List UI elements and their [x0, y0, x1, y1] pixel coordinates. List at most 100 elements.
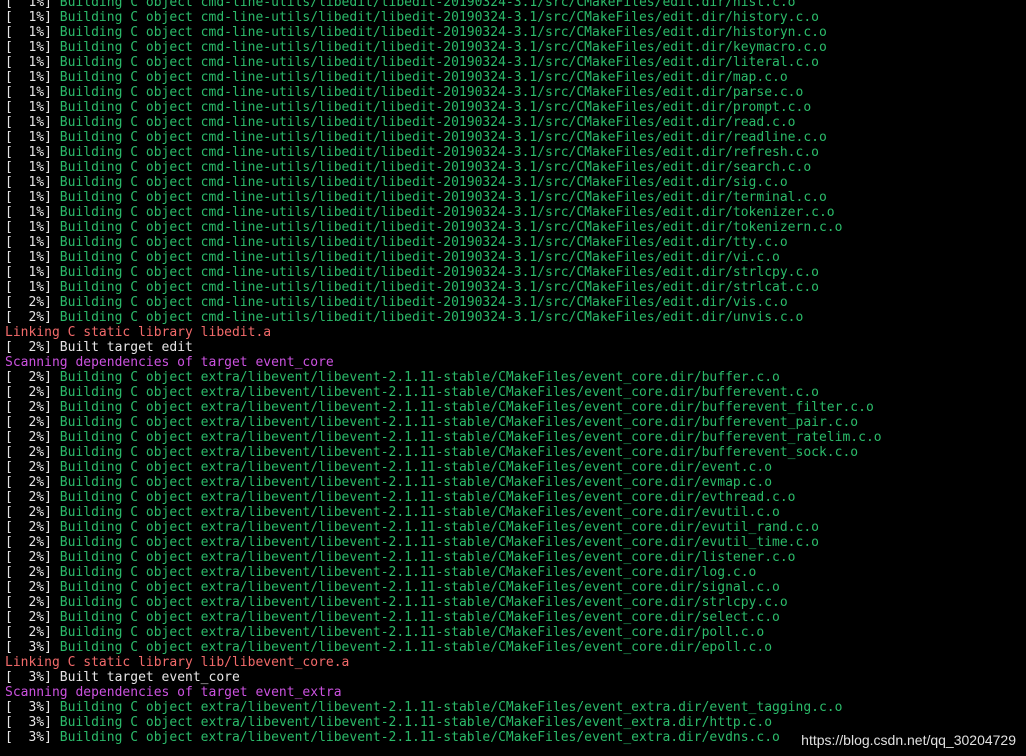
terminal-line: [ 1%] Building C object cmd-line-utils/l… [5, 70, 1026, 85]
progress-prefix: [ 1%] [5, 55, 60, 70]
terminal-output[interactable]: [ 1%] Building C object cmd-line-utils/l… [0, 0, 1026, 756]
progress-prefix: [ 2%] [5, 370, 60, 385]
progress-prefix: [ 1%] [5, 280, 60, 295]
progress-prefix: [ 2%] [5, 475, 60, 490]
progress-prefix: [ 2%] [5, 550, 60, 565]
line-text: Building C object extra/libevent/libeven… [59, 700, 843, 715]
progress-prefix: [ 1%] [5, 100, 60, 115]
terminal-line: [ 1%] Building C object cmd-line-utils/l… [5, 220, 1026, 235]
terminal-line: [ 1%] Building C object cmd-line-utils/l… [5, 115, 1026, 130]
terminal-line: [ 3%] Building C object extra/libevent/l… [5, 715, 1026, 730]
line-text: Building C object cmd-line-utils/libedit… [59, 190, 827, 205]
line-text: Building C object cmd-line-utils/libedit… [59, 250, 780, 265]
progress-prefix: [ 3%] [5, 700, 60, 715]
progress-prefix: [ 2%] [5, 610, 60, 625]
progress-prefix: [ 1%] [5, 115, 60, 130]
terminal-line: [ 1%] Building C object cmd-line-utils/l… [5, 205, 1026, 220]
line-text: Building C object cmd-line-utils/libedit… [59, 25, 827, 40]
terminal-line: [ 1%] Building C object cmd-line-utils/l… [5, 85, 1026, 100]
line-text: Building C object cmd-line-utils/libedit… [59, 70, 788, 85]
line-text: Building C object extra/libevent/libeven… [59, 580, 780, 595]
line-text: Building C object extra/libevent/libeven… [59, 625, 765, 640]
progress-prefix: [ 1%] [5, 85, 60, 100]
progress-prefix: [ 2%] [5, 445, 60, 460]
progress-prefix: [ 2%] [5, 565, 60, 580]
line-text: Building C object extra/libevent/libeven… [59, 370, 780, 385]
line-text: Building C object cmd-line-utils/libedit… [59, 100, 812, 115]
terminal-line: [ 2%] Building C object extra/libevent/l… [5, 490, 1026, 505]
line-text: Building C object extra/libevent/libeven… [59, 595, 788, 610]
terminal-line: [ 2%] Building C object extra/libevent/l… [5, 580, 1026, 595]
progress-prefix: [ 1%] [5, 250, 60, 265]
progress-prefix: [ 2%] [5, 340, 60, 355]
line-text: Building C object cmd-line-utils/libedit… [59, 0, 796, 10]
terminal-line: [ 2%] Building C object extra/libevent/l… [5, 415, 1026, 430]
line-text: Building C object cmd-line-utils/libedit… [59, 55, 819, 70]
line-text: Building C object cmd-line-utils/libedit… [59, 85, 804, 100]
line-text: Building C object cmd-line-utils/libedit… [59, 280, 819, 295]
line-text: Building C object extra/libevent/libeven… [59, 415, 859, 430]
progress-prefix: [ 1%] [5, 175, 60, 190]
line-text: Building C object extra/libevent/libeven… [59, 460, 773, 475]
progress-prefix: [ 1%] [5, 10, 60, 25]
terminal-line: [ 1%] Building C object cmd-line-utils/l… [5, 55, 1026, 70]
line-text: Building C object cmd-line-utils/libedit… [59, 295, 788, 310]
terminal-line: [ 2%] Building C object extra/libevent/l… [5, 400, 1026, 415]
terminal-line: [ 2%] Building C object extra/libevent/l… [5, 625, 1026, 640]
terminal-line: [ 2%] Building C object extra/libevent/l… [5, 370, 1026, 385]
progress-prefix: [ 1%] [5, 145, 60, 160]
progress-prefix: [ 1%] [5, 190, 60, 205]
line-text: Building C object cmd-line-utils/libedit… [59, 175, 788, 190]
progress-prefix: [ 3%] [5, 730, 60, 745]
line-text: Scanning dependencies of target event_ex… [5, 685, 342, 700]
terminal-line: [ 1%] Building C object cmd-line-utils/l… [5, 235, 1026, 250]
terminal-line: [ 1%] Building C object cmd-line-utils/l… [5, 40, 1026, 55]
progress-prefix: [ 1%] [5, 265, 60, 280]
terminal-line: [ 1%] Building C object cmd-line-utils/l… [5, 250, 1026, 265]
terminal-line: Scanning dependencies of target event_ex… [5, 685, 1026, 700]
terminal-line: [ 1%] Building C object cmd-line-utils/l… [5, 0, 1026, 10]
terminal-line: [ 2%] Building C object extra/libevent/l… [5, 505, 1026, 520]
progress-prefix: [ 2%] [5, 595, 60, 610]
terminal-line: [ 2%] Building C object cmd-line-utils/l… [5, 310, 1026, 325]
terminal-line: [ 2%] Building C object extra/libevent/l… [5, 520, 1026, 535]
line-text: Building C object cmd-line-utils/libedit… [59, 10, 819, 25]
line-text: Building C object cmd-line-utils/libedit… [59, 160, 812, 175]
progress-prefix: [ 1%] [5, 130, 60, 145]
terminal-line: [ 2%] Building C object extra/libevent/l… [5, 430, 1026, 445]
terminal-line: [ 3%] Built target event_core [5, 670, 1026, 685]
terminal-line: [ 2%] Building C object extra/libevent/l… [5, 460, 1026, 475]
line-text: Building C object extra/libevent/libeven… [59, 400, 874, 415]
progress-prefix: [ 2%] [5, 490, 60, 505]
terminal-line: [ 1%] Building C object cmd-line-utils/l… [5, 25, 1026, 40]
progress-prefix: [ 2%] [5, 580, 60, 595]
terminal-line: [ 1%] Building C object cmd-line-utils/l… [5, 145, 1026, 160]
progress-prefix: [ 1%] [5, 205, 60, 220]
terminal-line: [ 2%] Building C object extra/libevent/l… [5, 385, 1026, 400]
line-text: Building C object extra/libevent/libeven… [59, 535, 819, 550]
terminal-line: [ 3%] Building C object extra/libevent/l… [5, 640, 1026, 655]
line-text: Built target event_core [59, 670, 240, 685]
line-text: Linking C static library lib/libevent_co… [5, 655, 350, 670]
line-text: Building C object cmd-line-utils/libedit… [59, 310, 804, 325]
progress-prefix: [ 2%] [5, 415, 60, 430]
line-text: Building C object cmd-line-utils/libedit… [59, 220, 843, 235]
line-text: Building C object extra/libevent/libeven… [59, 385, 819, 400]
line-text: Building C object cmd-line-utils/libedit… [59, 115, 796, 130]
line-text: Building C object cmd-line-utils/libedit… [59, 130, 827, 145]
terminal-line: [ 2%] Building C object extra/libevent/l… [5, 535, 1026, 550]
terminal-line: [ 1%] Building C object cmd-line-utils/l… [5, 10, 1026, 25]
line-text: Building C object extra/libevent/libeven… [59, 430, 882, 445]
terminal-line: [ 1%] Building C object cmd-line-utils/l… [5, 160, 1026, 175]
line-text: Building C object extra/libevent/libeven… [59, 610, 780, 625]
line-text: Building C object extra/libevent/libeven… [59, 715, 773, 730]
line-text: Building C object extra/libevent/libeven… [59, 445, 859, 460]
progress-prefix: [ 2%] [5, 505, 60, 520]
terminal-line: [ 2%] Building C object extra/libevent/l… [5, 610, 1026, 625]
progress-prefix: [ 2%] [5, 460, 60, 475]
line-text: Building C object cmd-line-utils/libedit… [59, 145, 819, 160]
line-text: Building C object extra/libevent/libeven… [59, 640, 773, 655]
line-text: Building C object cmd-line-utils/libedit… [59, 40, 827, 55]
terminal-line: Linking C static library lib/libevent_co… [5, 655, 1026, 670]
terminal-line: [ 2%] Building C object extra/libevent/l… [5, 475, 1026, 490]
